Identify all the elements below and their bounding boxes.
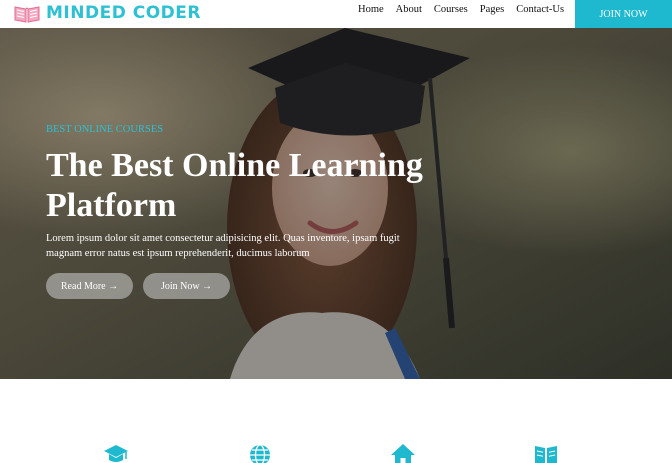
book-icon — [535, 446, 557, 463]
hero-title: The Best Online Learning Platform — [46, 147, 423, 224]
navbar: MINDED CODER Home About Courses Pages Co… — [0, 0, 672, 28]
brand-name: MINDED CODER — [46, 3, 201, 23]
nav-contact-us[interactable]: Contact-Us — [516, 4, 564, 16]
hero-description: Lorem ipsum dolor sit amet consectetur a… — [46, 233, 400, 259]
nav-links: Home About Courses Pages Contact-Us — [358, 4, 576, 16]
hero-eyebrow: BEST ONLINE COURSES — [46, 124, 164, 135]
nav-home[interactable]: Home — [358, 4, 384, 16]
open-book-icon — [14, 6, 40, 23]
nav-pages[interactable]: Pages — [480, 4, 505, 16]
hero-banner: BEST ONLINE COURSES The Best Online Lear… — [0, 28, 672, 379]
nav-about[interactable]: About — [396, 4, 422, 16]
features-section — [0, 379, 672, 463]
nav-courses[interactable]: Courses — [434, 4, 468, 16]
graduation-cap-icon — [104, 445, 128, 462]
home-icon — [391, 444, 415, 463]
hero-join-now-button[interactable]: Join Now → — [143, 273, 230, 299]
globe-icon — [250, 444, 270, 463]
join-now-button[interactable]: JOIN NOW — [575, 0, 672, 28]
brand-logo[interactable]: MINDED CODER — [14, 2, 201, 24]
read-more-button[interactable]: Read More → — [46, 273, 133, 299]
